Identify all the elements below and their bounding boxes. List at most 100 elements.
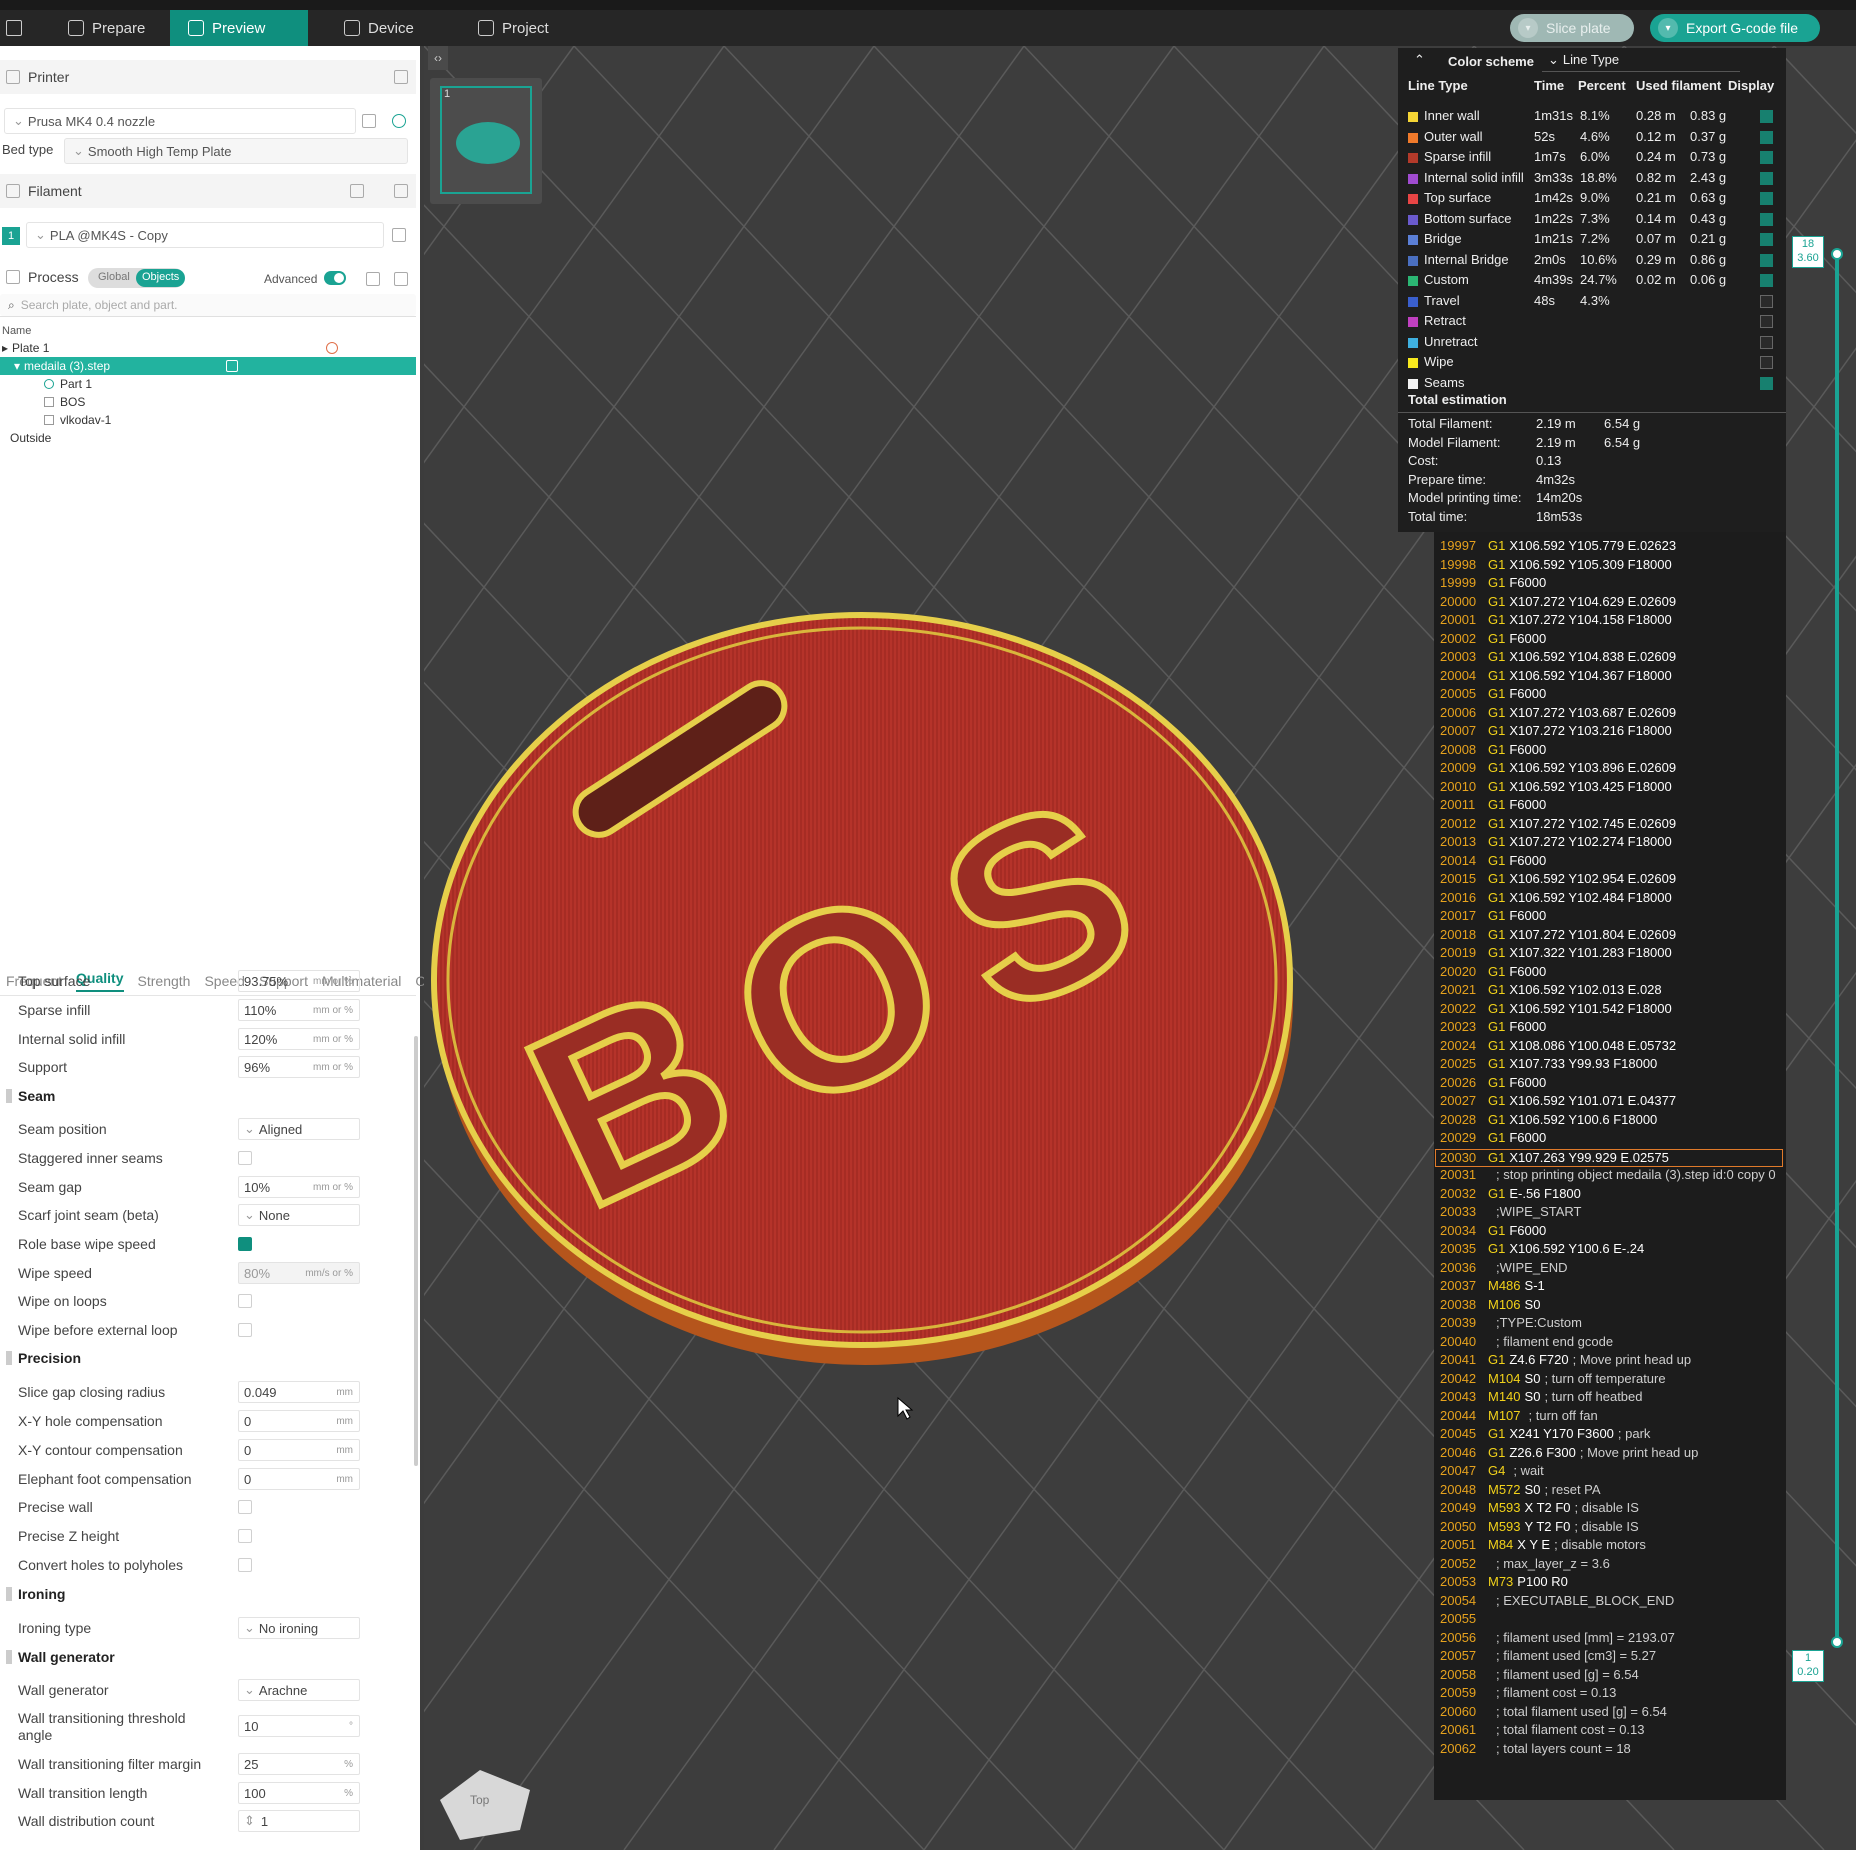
gcode-line[interactable]: 20024 G1 X108.086 Y100.048 E.05732 [1440, 1038, 1684, 1056]
internal-solid-input[interactable]: 120% mm or % [238, 1028, 360, 1050]
tree-part[interactable]: BOS [44, 393, 85, 411]
wall-threshold-input[interactable]: 10 ° [238, 1715, 360, 1737]
gcode-line[interactable]: 20023 G1 F6000 [1440, 1019, 1554, 1037]
tree-plate[interactable]: ▸ Plate 1 [2, 339, 49, 357]
printer-select[interactable]: ⌄ Prusa MK4 0.4 nozzle [4, 108, 356, 134]
gcode-line[interactable]: 20002 G1 F6000 [1440, 631, 1554, 649]
precise-wall-checkbox[interactable] [238, 1500, 252, 1514]
process-settings-icon[interactable] [394, 272, 408, 286]
plate-thumbnail[interactable]: 1 [430, 78, 542, 204]
gcode-line[interactable]: 20003 G1 X106.592 Y104.838 E.02609 [1440, 649, 1684, 667]
search-input[interactable]: ⌕ Search plate, object and part. [0, 294, 416, 316]
export-gcode-button[interactable]: ▾ Export G-code file [1650, 14, 1820, 42]
plate-warning-icon[interactable] [326, 342, 338, 354]
gcode-line[interactable]: 20054 ; EXECUTABLE_BLOCK_END [1440, 1593, 1678, 1611]
xy-hole-input[interactable]: 0 mm [238, 1410, 360, 1432]
display-checkbox[interactable] [1760, 171, 1773, 185]
view-cube[interactable]: Top [440, 1770, 530, 1840]
gcode-line[interactable]: 20046 G1 Z26.6 F300; Move print head up [1440, 1445, 1702, 1463]
precise-z-checkbox[interactable] [238, 1529, 252, 1543]
display-checkbox[interactable] [1760, 151, 1773, 164]
gcode-line[interactable]: 20048 M572 S0; reset PA [1440, 1482, 1605, 1500]
gcode-line[interactable]: 20052 ; max_layer_z = 3.6 [1440, 1556, 1614, 1574]
gcode-line[interactable]: 20062 ; total layers count = 18 [1440, 1741, 1635, 1759]
gcode-line[interactable]: 20029 G1 F6000 [1440, 1130, 1554, 1148]
gcode-line[interactable]: 20027 G1 X106.592 Y101.071 E.04377 [1440, 1093, 1684, 1111]
gcode-line[interactable]: 20017 G1 F6000 [1440, 908, 1554, 926]
gcode-line[interactable]: 20035 G1 X106.592 Y100.6 E-.24 [1440, 1241, 1652, 1259]
gcode-line[interactable]: 20057 ; filament used [cm3] = 5.27 [1440, 1648, 1660, 1666]
filament-settings-icon[interactable] [394, 184, 408, 198]
gcode-line[interactable]: 19999 G1 F6000 [1440, 575, 1554, 593]
gcode-line[interactable]: 20037 M486 S-1 [1440, 1278, 1553, 1296]
top-handle[interactable] [1831, 248, 1843, 260]
gcode-line[interactable]: 19997 G1 X106.592 Y105.779 E.02623 [1440, 538, 1684, 556]
wall-count-stepper[interactable]: ⇕ 1 [238, 1810, 360, 1832]
wipe-loops-checkbox[interactable] [238, 1294, 252, 1308]
scarf-select[interactable]: ⌄ None [238, 1204, 360, 1226]
gcode-line[interactable]: 20033 ;WIPE_START [1440, 1204, 1585, 1222]
gcode-line[interactable]: 20042 M104 S0; turn off temperature [1440, 1371, 1670, 1389]
gcode-line[interactable]: 20043 M140 S0; turn off heatbed [1440, 1389, 1647, 1407]
display-checkbox[interactable] [1760, 274, 1773, 287]
gcode-line[interactable]: 20012 G1 X107.272 Y102.745 E.02609 [1440, 816, 1684, 834]
gcode-line[interactable]: 20030 G1 X107.263 Y99.929 E.02575 [1435, 1148, 1783, 1167]
tab-project[interactable]: Project [460, 10, 567, 46]
sidebar-scrollbar[interactable] [414, 1036, 418, 1466]
gcode-line[interactable]: 20013 G1 X107.272 Y102.274 F18000 [1440, 834, 1680, 852]
tree-object[interactable]: ▾ medaila (3).step [0, 357, 416, 375]
gcode-line[interactable]: 20026 G1 F6000 [1440, 1075, 1554, 1093]
gcode-line[interactable]: 20051 M84 X Y E; disable motors [1440, 1537, 1650, 1555]
display-checkbox[interactable] [1760, 253, 1773, 267]
gcode-line[interactable]: 20007 G1 X107.272 Y103.216 F18000 [1440, 723, 1680, 741]
collapse-icon[interactable]: ⌃ [1414, 52, 1425, 68]
display-checkbox[interactable] [1760, 356, 1773, 369]
staggered-checkbox[interactable] [238, 1151, 252, 1165]
gcode-line[interactable]: 20019 G1 X107.322 Y101.283 F18000 [1440, 945, 1680, 963]
gcode-line[interactable]: 20055 [1440, 1611, 1500, 1629]
filament-select[interactable]: ⌄ PLA @MK4S - Copy [26, 222, 384, 248]
gcode-line[interactable]: 20060 ; total filament used [g] = 6.54 [1440, 1704, 1671, 1722]
gcode-line[interactable]: 20015 G1 X106.592 Y102.954 E.02609 [1440, 871, 1684, 889]
gcode-line[interactable]: 20021 G1 X106.592 Y102.013 E.028 [1440, 982, 1670, 1000]
gcode-line[interactable]: 20061 ; total filament cost = 0.13 [1440, 1722, 1649, 1740]
gcode-line[interactable]: 20034 G1 F6000 [1440, 1223, 1554, 1241]
gcode-line[interactable]: 20008 G1 F6000 [1440, 742, 1554, 760]
seam-position-select[interactable]: ⌄ Aligned [238, 1118, 360, 1140]
gcode-line[interactable]: 20032 G1 E-.56 F1800 [1440, 1186, 1589, 1204]
wall-generator-select[interactable]: ⌄ Arachne [238, 1679, 360, 1701]
edit-icon[interactable] [362, 114, 376, 128]
gcode-line[interactable]: 20005 G1 F6000 [1440, 686, 1554, 704]
add-filament-icon[interactable] [350, 184, 364, 198]
slice-gap-input[interactable]: 0.049 mm [238, 1381, 360, 1403]
global-option[interactable]: Global [98, 271, 130, 283]
gcode-line[interactable]: 20056 ; filament used [mm] = 2193.07 [1440, 1630, 1679, 1648]
gcode-line[interactable]: 20038 M106 S0 [1440, 1297, 1548, 1315]
bottom-handle[interactable] [1831, 1636, 1843, 1648]
gcode-viewer[interactable]: 19997 G1 X106.592 Y105.779 E.02623 19998 G1 X… [1434, 532, 1786, 1800]
gcode-line[interactable]: 20040 ; filament end gcode [1440, 1334, 1617, 1352]
wall-filter-input[interactable]: 25% [238, 1753, 360, 1775]
gcode-line[interactable]: 20041 G1 Z4.6 F720; Move print head up [1440, 1352, 1695, 1370]
layer-slider[interactable] [1830, 236, 1844, 1656]
gcode-line[interactable]: 20045 G1 X241 Y170 F3600; park [1440, 1426, 1654, 1444]
gcode-line[interactable]: 20016 G1 X106.592 Y102.484 F18000 [1440, 890, 1680, 908]
sparse-infill-input[interactable]: 110% mm or % [238, 999, 360, 1021]
convert-holes-checkbox[interactable] [238, 1558, 252, 1572]
display-checkbox[interactable] [1760, 130, 1773, 144]
display-checkbox[interactable] [1760, 212, 1773, 226]
gcode-line[interactable]: 20058 ; filament used [g] = 6.54 [1440, 1667, 1643, 1685]
gcode-line[interactable]: 20031 ; stop printing object medaila (3).… [1440, 1167, 1780, 1185]
top-surface-input[interactable]: 93.75% mm or % [238, 970, 360, 992]
role-wipe-checkbox[interactable] [238, 1237, 252, 1251]
scheme-select[interactable]: ⌄ Line Type [1542, 52, 1740, 72]
printer-settings-icon[interactable] [394, 70, 408, 84]
display-checkbox[interactable] [1760, 376, 1773, 390]
gcode-line[interactable]: 20044 M107 ; turn off fan [1440, 1408, 1602, 1426]
display-checkbox[interactable] [1760, 315, 1773, 328]
gcode-line[interactable]: 20006 G1 X107.272 Y103.687 E.02609 [1440, 705, 1684, 723]
gcode-line[interactable]: 20053 M73 P100 R0 [1440, 1574, 1576, 1592]
xy-contour-input[interactable]: 0 mm [238, 1439, 360, 1461]
object-check-icon[interactable] [226, 360, 238, 372]
gcode-line[interactable]: 20036 ;WIPE_END [1440, 1260, 1572, 1278]
